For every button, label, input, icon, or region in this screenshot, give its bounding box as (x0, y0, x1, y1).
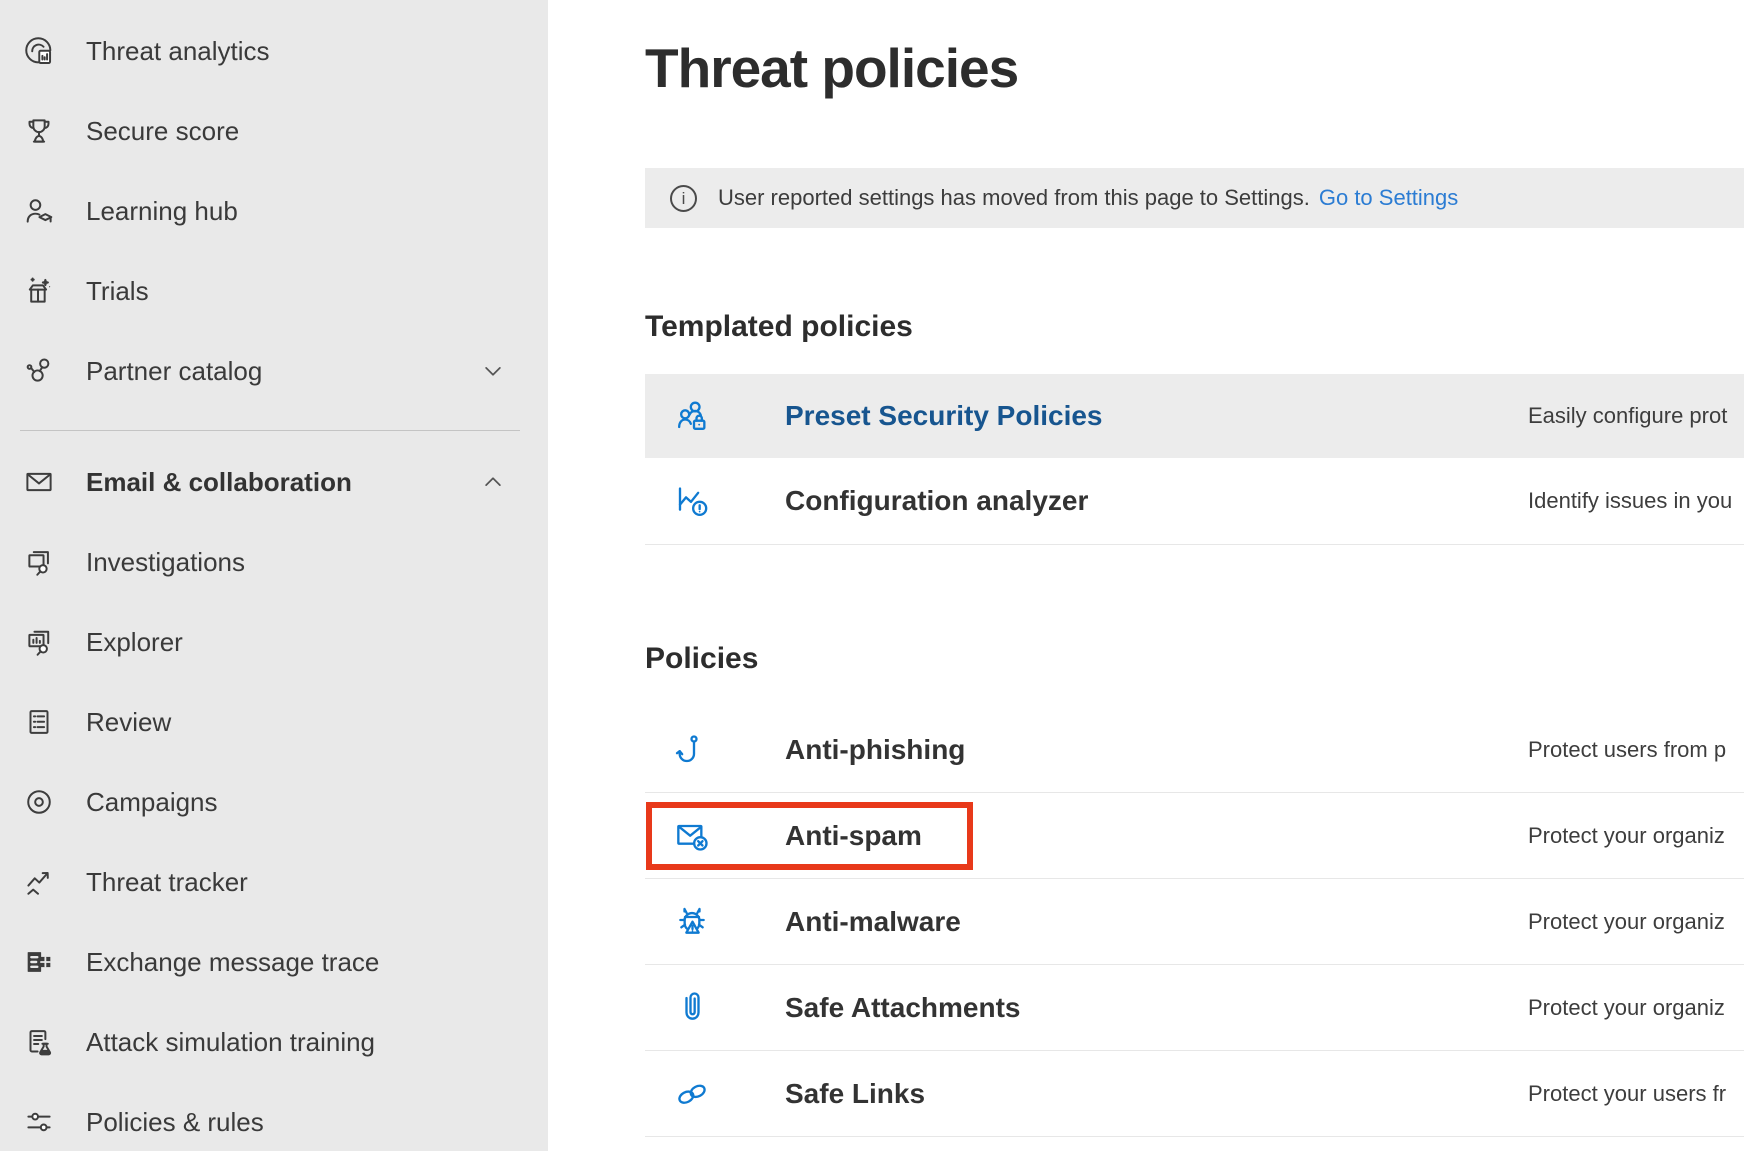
chevron-down-icon[interactable] (478, 356, 508, 386)
sidebar-item-label: Partner catalog (86, 356, 262, 387)
row-label: Preset Security Policies (785, 400, 1103, 432)
sidebar-item-label: Threat analytics (86, 36, 270, 67)
row-label: Configuration analyzer (785, 485, 1088, 517)
attack-simulation-icon (22, 1025, 56, 1059)
sidebar-item-label: Exchange message trace (86, 947, 379, 978)
row-description: Easily configure prot (1528, 403, 1727, 429)
row-anti-phishing[interactable]: Anti-phishing Protect users from p (645, 707, 1744, 793)
campaigns-icon (22, 785, 56, 819)
sidebar-item-label: Attack simulation training (86, 1027, 375, 1058)
investigations-icon (22, 545, 56, 579)
threat-tracker-icon (22, 865, 56, 899)
threat-policies-screen: Threat analytics Secure score Learning h… (0, 0, 1744, 1151)
sidebar-item-partner-catalog[interactable]: Partner catalog (0, 331, 548, 411)
review-icon (22, 705, 56, 739)
page-title: Threat policies (645, 36, 1018, 100)
sidebar-item-label: Email & collaboration (86, 467, 352, 498)
sidebar-item-attack-simulation-training[interactable]: Attack simulation training (0, 1002, 548, 1082)
sidebar-item-label: Policies & rules (86, 1107, 264, 1138)
sidebar-item-label: Threat tracker (86, 867, 248, 898)
sidebar-item-label: Investigations (86, 547, 245, 578)
sidebar-item-label: Secure score (86, 116, 239, 147)
anti-spam-icon (672, 816, 712, 856)
sidebar-item-policies-rules[interactable]: Policies & rules (0, 1082, 548, 1151)
safe-links-icon (672, 1074, 712, 1114)
sidebar-item-label: Explorer (86, 627, 183, 658)
banner-text: User reported settings has moved from th… (718, 185, 1310, 211)
sidebar-item-label: Learning hub (86, 196, 238, 227)
sidebar-divider (20, 430, 520, 431)
explorer-icon (22, 625, 56, 659)
safe-attachments-icon (672, 988, 712, 1028)
configuration-analyzer-icon (672, 481, 712, 521)
sidebar-item-email-collaboration[interactable]: Email & collaboration (0, 442, 548, 522)
preset-security-policies-icon (672, 396, 712, 436)
sidebar-item-learning-hub[interactable]: Learning hub (0, 171, 548, 251)
chevron-up-icon[interactable] (478, 467, 508, 497)
sidebar-item-label: Review (86, 707, 171, 738)
row-description: Protect your organiz (1528, 995, 1725, 1021)
row-description: Protect users from p (1528, 737, 1726, 763)
anti-malware-icon (672, 902, 712, 942)
email-icon (22, 465, 56, 499)
sidebar-item-campaigns[interactable]: Campaigns (0, 762, 548, 842)
section-header-templated-policies: Templated policies (645, 310, 913, 344)
row-preset-security-policies[interactable]: Preset Security Policies Easily configur… (645, 374, 1744, 458)
row-description: Identify issues in you (1528, 488, 1732, 514)
row-description: Protect your users fr (1528, 1081, 1726, 1107)
section-header-policies: Policies (645, 642, 758, 676)
sidebar-item-exchange-message-trace[interactable]: Exchange message trace (0, 922, 548, 1002)
row-anti-malware[interactable]: Anti-malware Protect your organiz (645, 879, 1744, 965)
sidebar-item-review[interactable]: Review (0, 682, 548, 762)
row-description: Protect your organiz (1528, 909, 1725, 935)
sidebar-item-threat-tracker[interactable]: Threat tracker (0, 842, 548, 922)
row-label: Safe Links (785, 1078, 925, 1110)
partner-catalog-icon (22, 354, 56, 388)
row-description: Protect your organiz (1528, 823, 1725, 849)
row-label: Safe Attachments (785, 992, 1020, 1024)
go-to-settings-link[interactable]: Go to Settings (1319, 185, 1458, 211)
row-label: Anti-phishing (785, 734, 965, 766)
trophy-icon (22, 114, 56, 148)
row-label: Anti-spam (785, 820, 922, 852)
sidebar: Threat analytics Secure score Learning h… (0, 0, 548, 1151)
row-configuration-analyzer[interactable]: Configuration analyzer Identify issues i… (645, 458, 1744, 545)
row-label: Anti-malware (785, 906, 961, 938)
sidebar-item-secure-score[interactable]: Secure score (0, 91, 548, 171)
info-banner: i User reported settings has moved from … (645, 168, 1744, 228)
row-safe-attachments[interactable]: Safe Attachments Protect your organiz (645, 965, 1744, 1051)
exchange-icon (22, 945, 56, 979)
anti-phishing-icon (672, 730, 712, 770)
sidebar-item-label: Campaigns (86, 787, 218, 818)
info-icon: i (670, 185, 697, 212)
trials-icon (22, 274, 56, 308)
row-safe-links[interactable]: Safe Links Protect your users fr (645, 1051, 1744, 1137)
sidebar-item-investigations[interactable]: Investigations (0, 522, 548, 602)
sidebar-item-trials[interactable]: Trials (0, 251, 548, 331)
sidebar-item-threat-analytics[interactable]: Threat analytics (0, 11, 548, 91)
row-anti-spam[interactable]: Anti-spam Protect your organiz (645, 793, 1744, 879)
sidebar-item-label: Trials (86, 276, 149, 307)
policies-rules-icon (22, 1105, 56, 1139)
sidebar-item-explorer[interactable]: Explorer (0, 602, 548, 682)
main-content: Threat policies i User reported settings… (548, 0, 1744, 1151)
learning-hub-icon (22, 194, 56, 228)
threat-analytics-icon (22, 34, 56, 68)
